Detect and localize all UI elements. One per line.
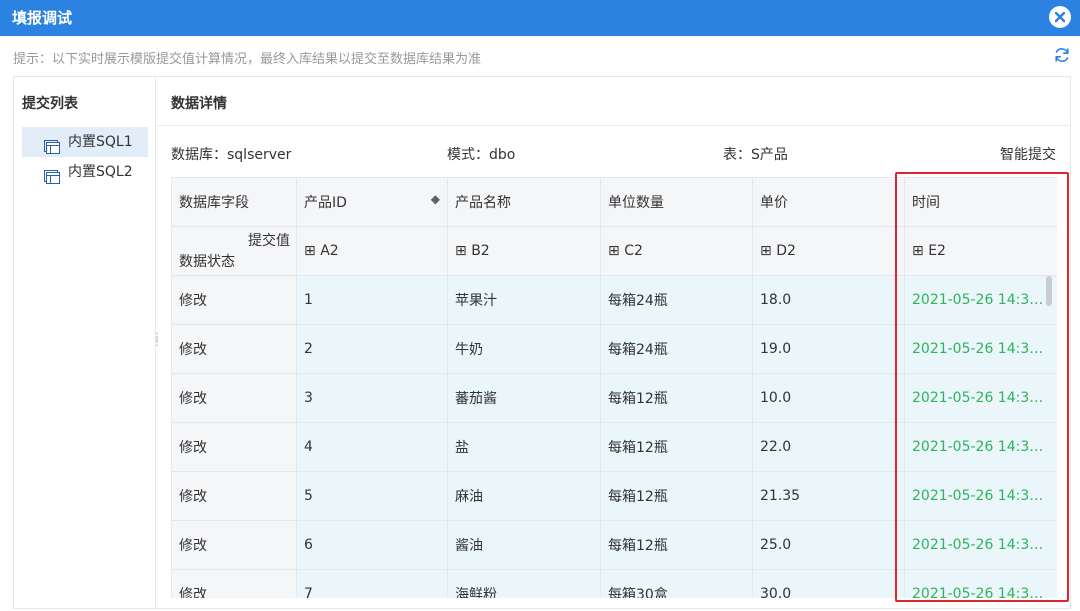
table-cell: 酱油: [447, 520, 601, 570]
sql-item-2[interactable]: 内置SQL2: [22, 157, 148, 187]
cell-ref: ⊞ D2: [752, 226, 905, 276]
table-cell: 4: [296, 422, 448, 472]
table-row: 修改 4 盐每箱12瓶 22.0 2021-05-26 14:32:00: [171, 422, 1057, 472]
table-row: 修改 3 蕃茄酱 每箱12瓶 10.0 2021-05-26 14:32:00: [171, 373, 1057, 423]
row-state: 修改: [171, 520, 297, 570]
data-grid: 数据库字段 产品ID ◆ 产品名称 单位数量 单价 时间 提交值 数据状态 ⊞ A…: [171, 177, 1057, 598]
cell-ref-icon: ⊞: [760, 243, 777, 259]
table-row: 修改 1 苹果汁 每箱24瓶 18.0 2021-05-26 14:32:00: [171, 275, 1057, 325]
table-cell: 25.0: [752, 520, 905, 570]
hint-text: 提示：以下实时展示模版提交值计算情况，最终入库结果以提交至数据库结果为准: [13, 52, 482, 67]
close-icon[interactable]: [1049, 6, 1071, 28]
cell-ref: ⊞ C2: [600, 226, 753, 276]
table-cell: 30.0: [752, 569, 905, 598]
table-cell: 每箱12瓶: [600, 422, 753, 472]
data-detail-panel: 数据详情 数据库：sqlserver 模式：dbo 表：S产品 智能提交 数据库…: [157, 77, 1070, 608]
table-cell: 10.0: [752, 373, 905, 423]
table-cell: 2021-05-26 14:32:00: [904, 275, 1057, 325]
row-state: 修改: [171, 569, 297, 598]
table-cell: 2021-05-26 14:32:00: [904, 520, 1057, 570]
corner-state-label: 数据状态: [179, 254, 235, 270]
cell-ref-icon: ⊞: [608, 243, 625, 259]
cell-ref: ⊞ A2: [296, 226, 448, 276]
dialog-titlebar: 填报调试: [0, 0, 1080, 36]
cell-ref: ⊞ E2: [904, 226, 1057, 276]
corner-submit-label: 提交值: [248, 233, 290, 249]
database-label: 数据库：sqlserver: [171, 147, 292, 163]
refresh-icon[interactable]: [1053, 46, 1071, 64]
grid-header-row: 数据库字段 产品ID ◆ 产品名称 单位数量 单价 时间: [171, 177, 1057, 227]
dialog-title: 填报调试: [12, 9, 73, 27]
grid-submit-row: 提交值 数据状态 ⊞ A2 ⊞ B2 ⊞ C2 ⊞ D2 ⊞ E2: [171, 226, 1057, 276]
table-cell: 蕃茄酱: [447, 373, 601, 423]
table-row: 修改 7 海鲜粉 每箱30盒 30.0 2021-05-26 14:32:00: [171, 569, 1057, 598]
table-icon: [44, 165, 60, 184]
column-header[interactable]: 单位数量: [600, 177, 753, 227]
column-header[interactable]: 产品名称: [447, 177, 601, 227]
table-cell: 2021-05-26 14:32:00: [904, 373, 1057, 423]
sql-item-1[interactable]: 内置SQL1: [22, 127, 148, 157]
table-cell: 5: [296, 471, 448, 521]
table-row: 修改 2 牛奶 每箱24瓶 19.0 2021-05-26 14:32:00: [171, 324, 1057, 374]
table-cell: 海鲜粉: [447, 569, 601, 598]
divider: [157, 125, 1070, 126]
table-cell: 1: [296, 275, 448, 325]
table-cell: 每箱12瓶: [600, 471, 753, 521]
column-header[interactable]: 时间: [904, 177, 1057, 227]
row-state: 修改: [171, 422, 297, 472]
table-cell: 6: [296, 520, 448, 570]
cell-ref-icon: ⊞: [912, 243, 929, 259]
diamond-icon: ◆: [430, 192, 440, 206]
sql-item-label: 内置SQL2: [68, 164, 133, 180]
table-cell: 22.0: [752, 422, 905, 472]
table-cell: 19.0: [752, 324, 905, 374]
data-detail-title: 数据详情: [171, 96, 227, 112]
hint-bar: 提示：以下实时展示模版提交值计算情况，最终入库结果以提交至数据库结果为准: [0, 36, 1080, 76]
table-cell: 每箱24瓶: [600, 324, 753, 374]
column-header[interactable]: 产品ID ◆: [296, 177, 448, 227]
table-cell: 21.35: [752, 471, 905, 521]
table-cell: 盐: [447, 422, 601, 472]
vertical-scrollbar[interactable]: [1046, 276, 1052, 306]
table-cell: 2021-05-26 14:32:00: [904, 569, 1057, 598]
table-cell: 2021-05-26 14:32:00: [904, 324, 1057, 374]
submit-list-panel: 提交列表 内置SQL1 内置SQL2: [14, 77, 156, 608]
table-cell: 苹果汁: [447, 275, 601, 325]
column-header[interactable]: 单价: [752, 177, 905, 227]
table-cell: 3: [296, 373, 448, 423]
table-cell: 麻油: [447, 471, 601, 521]
main-frame: 提交列表 内置SQL1 内置SQL2 ⋮ ⋮ 数据详情 数据库：sqlserve…: [13, 76, 1071, 609]
table-label: 表：S产品: [723, 147, 788, 163]
table-cell: 每箱24瓶: [600, 275, 753, 325]
schema-label: 模式：dbo: [447, 147, 516, 163]
row-state: 修改: [171, 373, 297, 423]
submit-list-title: 提交列表: [22, 96, 78, 112]
cell-ref-icon: ⊞: [455, 243, 472, 259]
row-state: 修改: [171, 275, 297, 325]
corner-diagonal-cell: 提交值 数据状态: [171, 226, 297, 276]
table-cell: 7: [296, 569, 448, 598]
sql-item-label: 内置SQL1: [68, 134, 133, 150]
table-cell: 每箱12瓶: [600, 373, 753, 423]
table-cell: 2021-05-26 14:32:00: [904, 422, 1057, 472]
table-row: 修改 6 酱油 每箱12瓶 25.0 2021-05-26 14:32:00: [171, 520, 1057, 570]
table-cell: 每箱30盒: [600, 569, 753, 598]
table-cell: 每箱12瓶: [600, 520, 753, 570]
smart-submit-link[interactable]: 智能提交: [1000, 144, 1056, 164]
corner-field-header: 数据库字段: [171, 177, 297, 227]
table-icon: [44, 135, 60, 154]
table-cell: 2021-05-26 14:32:00: [904, 471, 1057, 521]
row-state: 修改: [171, 324, 297, 374]
cell-ref: ⊞ B2: [447, 226, 601, 276]
table-cell: 牛奶: [447, 324, 601, 374]
cell-ref-icon: ⊞: [304, 243, 321, 259]
table-cell: 2: [296, 324, 448, 374]
row-state: 修改: [171, 471, 297, 521]
table-cell: 18.0: [752, 275, 905, 325]
table-row: 修改 5 麻油 每箱12瓶 21.35 2021-05-26 14:32:00: [171, 471, 1057, 521]
